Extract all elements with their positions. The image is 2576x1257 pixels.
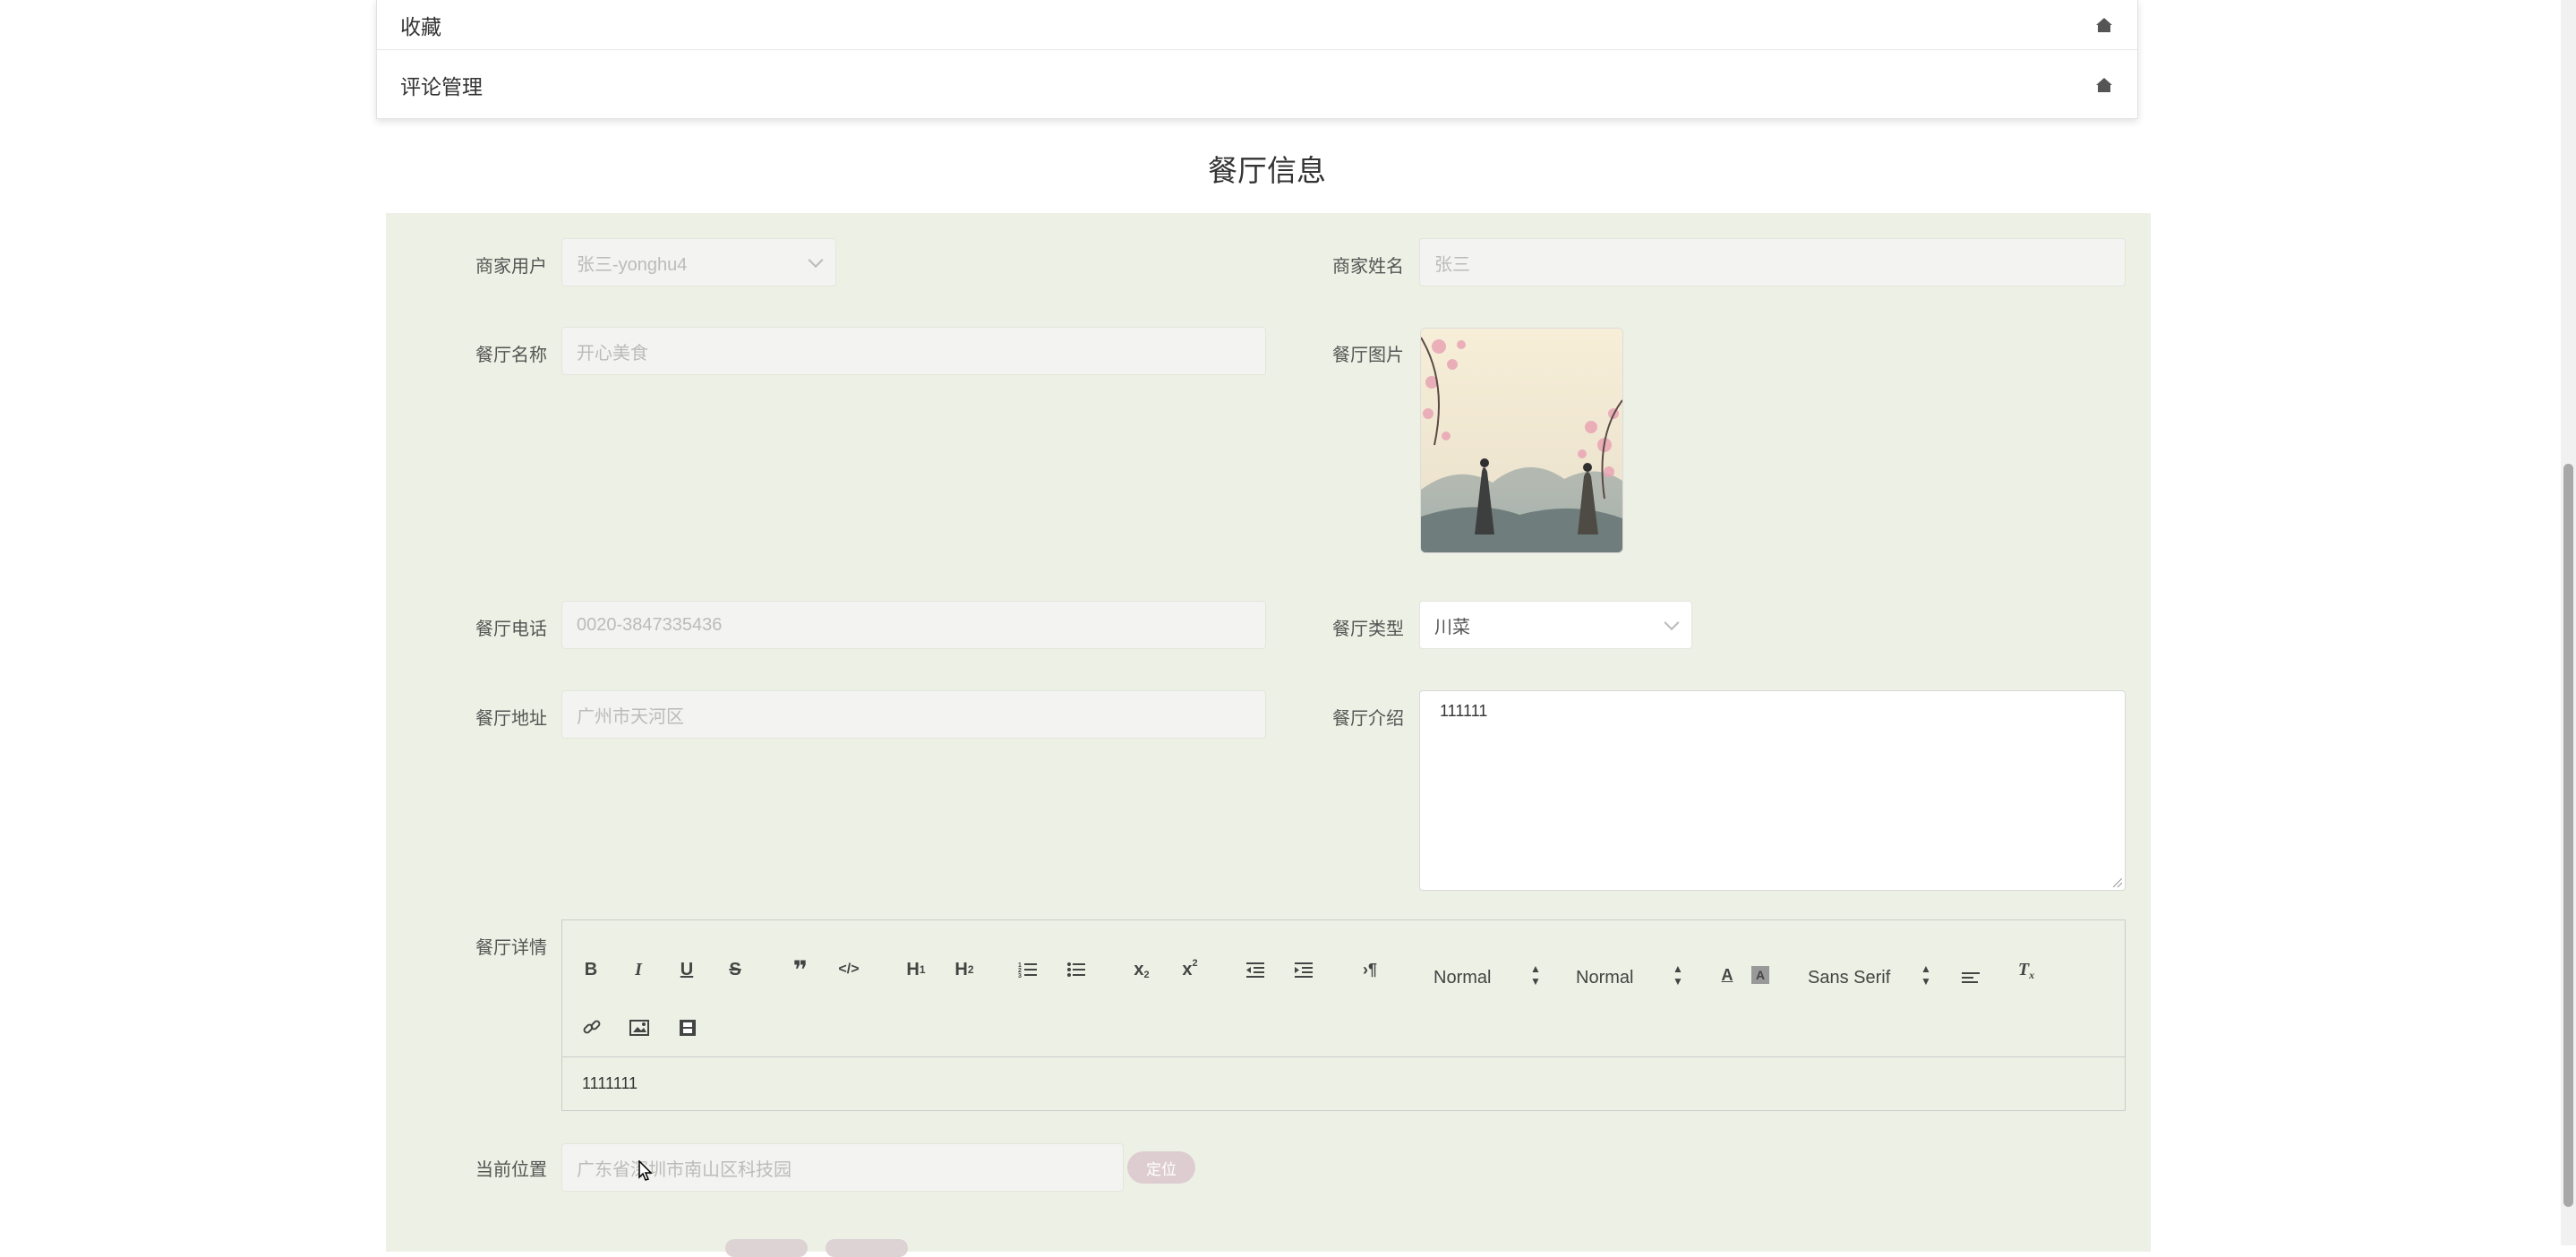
bottom-button[interactable]: [826, 1239, 908, 1257]
outdent-icon[interactable]: [1244, 957, 1267, 982]
editor-toolbar: B I U S ❞ </> H1 H2 123 x2 x2 ›¶ Normal …: [562, 920, 2125, 1057]
restaurant-image[interactable]: [1420, 328, 1623, 553]
link-icon[interactable]: [580, 1015, 603, 1040]
font-select[interactable]: Sans Serif ▲ ▼: [1808, 962, 1931, 988]
menu-item-label: 评论管理: [400, 75, 483, 98]
restaurant-phone-field[interactable]: 0020-3847335436: [561, 601, 1266, 649]
cursor-icon: [638, 1160, 653, 1181]
bottom-button[interactable]: [725, 1239, 808, 1257]
image-icon[interactable]: [628, 1015, 651, 1040]
updown-arrow-icon: ▲ ▼: [1673, 962, 1683, 988]
restaurant-name-field[interactable]: 开心美食: [561, 327, 1266, 375]
location-label: 当前位置: [475, 1160, 547, 1180]
chevron-down-icon: [1664, 615, 1680, 631]
updown-arrow-icon: ▲ ▼: [1921, 962, 1931, 988]
menu-panel: 收藏 评论管理: [376, 0, 2138, 119]
merchant-user-value: 张三-yonghu4: [577, 254, 688, 275]
header-1-icon[interactable]: H1: [903, 957, 929, 982]
header-select-value: Normal: [1433, 968, 1492, 988]
underline-icon[interactable]: U: [676, 957, 697, 982]
location-placeholder: 广东省深圳市南山区科技园: [577, 1159, 792, 1180]
locate-button[interactable]: 定位: [1127, 1151, 1195, 1184]
merchant-name-label: 商家姓名: [1332, 257, 1404, 277]
editor-content[interactable]: 1111111: [582, 1074, 638, 1093]
menu-item-comment-management[interactable]: 评论管理: [377, 59, 2137, 111]
restaurant-type-select[interactable]: 川菜: [1419, 601, 1692, 649]
restaurant-name-label: 餐厅名称: [475, 346, 547, 365]
menu-item-favorites[interactable]: 收藏: [377, 0, 2137, 50]
restaurant-type-label: 餐厅类型: [1332, 620, 1404, 639]
strike-icon[interactable]: S: [724, 957, 746, 982]
scrollbar[interactable]: [2561, 0, 2576, 1245]
bold-icon[interactable]: B: [580, 957, 602, 982]
page-title: 餐厅信息: [1208, 154, 1326, 187]
background-color-icon[interactable]: A: [1751, 966, 1769, 984]
text-direction-icon[interactable]: ›¶: [1358, 957, 1382, 982]
restaurant-phone-placeholder: 0020-3847335436: [577, 614, 723, 635]
resize-handle-icon[interactable]: [2113, 878, 2122, 887]
merchant-name-placeholder: 张三: [1434, 254, 1470, 275]
superscript-icon[interactable]: x2: [1178, 957, 1202, 982]
restaurant-address-label: 餐厅地址: [475, 709, 547, 729]
house-icon: [2096, 78, 2112, 92]
restaurant-detail-label: 餐厅详情: [475, 938, 547, 958]
font-select-value: Sans Serif: [1808, 968, 1891, 988]
restaurant-image-label: 餐厅图片: [1332, 346, 1404, 365]
video-icon[interactable]: [676, 1015, 699, 1040]
blockquote-icon[interactable]: ❞: [789, 956, 812, 984]
rich-text-editor: B I U S ❞ </> H1 H2 123 x2 x2 ›¶ Normal …: [561, 919, 2126, 1111]
size-select-value: Normal: [1576, 968, 1634, 988]
menu-item-label: 收藏: [400, 14, 441, 38]
restaurant-intro-textarea[interactable]: 111111: [1419, 690, 2126, 891]
svg-text:3: 3: [1018, 973, 1022, 979]
restaurant-image-illustration: [1421, 329, 1622, 552]
restaurant-address-placeholder: 广州市天河区: [577, 706, 684, 727]
house-icon: [2096, 17, 2112, 32]
merchant-name-field[interactable]: 张三: [1419, 238, 2126, 286]
header-select[interactable]: Normal ▲ ▼: [1433, 962, 1541, 988]
restaurant-address-field[interactable]: 广州市天河区: [561, 690, 1266, 739]
clear-format-icon[interactable]: Tx: [2015, 957, 2038, 982]
merchant-user-select[interactable]: 张三-yonghu4: [561, 238, 836, 286]
code-block-icon[interactable]: </>: [837, 957, 860, 982]
ordered-list-icon[interactable]: 123: [1016, 957, 1040, 982]
restaurant-intro-label: 餐厅介绍: [1332, 709, 1404, 729]
restaurant-type-value: 川菜: [1434, 617, 1470, 637]
restaurant-intro-value: 111111: [1440, 702, 1488, 720]
align-icon[interactable]: [1959, 962, 1982, 988]
subscript-icon[interactable]: x2: [1130, 957, 1153, 982]
text-color-icon[interactable]: A: [1716, 962, 1738, 988]
size-select[interactable]: Normal ▲ ▼: [1576, 962, 1683, 988]
chevron-down-icon: [808, 252, 824, 269]
merchant-user-label: 商家用户: [475, 257, 547, 277]
restaurant-name-placeholder: 开心美食: [577, 343, 648, 363]
scrollbar-thumb[interactable]: [2563, 464, 2573, 1207]
restaurant-phone-label: 餐厅电话: [475, 620, 547, 639]
header-2-icon[interactable]: H2: [951, 957, 978, 982]
indent-icon[interactable]: [1292, 957, 1315, 982]
italic-icon[interactable]: I: [628, 957, 649, 982]
bullet-list-icon[interactable]: [1065, 957, 1088, 982]
updown-arrow-icon: ▲ ▼: [1530, 962, 1541, 988]
